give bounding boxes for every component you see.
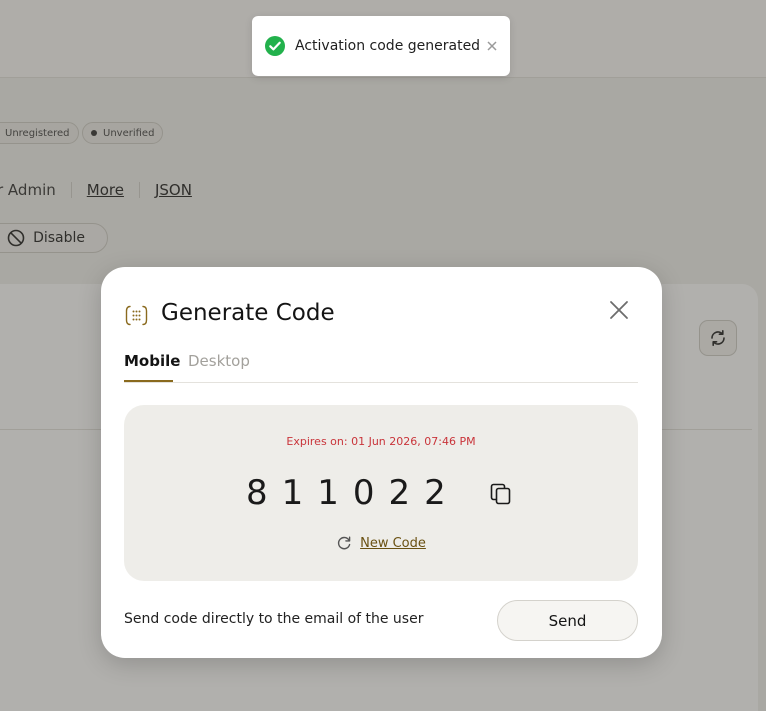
dialog-close-button[interactable] <box>604 295 634 325</box>
close-icon <box>487 41 497 51</box>
new-code-label: New Code <box>360 535 426 551</box>
close-icon <box>610 301 628 319</box>
tab-desktop[interactable]: Desktop <box>188 352 250 370</box>
active-tab-indicator <box>124 380 173 382</box>
activation-code: 811022 <box>246 473 460 513</box>
tab-mobile[interactable]: Mobile <box>124 352 180 370</box>
refresh-icon <box>338 536 351 550</box>
generate-code-dialog: Generate Code Mobile Desktop Expires on:… <box>101 267 662 658</box>
keypad-icon <box>125 305 148 326</box>
toast-message: Activation code generated <box>295 38 481 54</box>
copy-code-button[interactable] <box>488 481 514 507</box>
new-code-button[interactable]: New Code <box>124 535 638 551</box>
send-button[interactable]: Send <box>497 600 638 641</box>
expiry-text: Expires on: 01 Jun 2026, 07:46 PM <box>286 435 476 448</box>
check-circle-icon <box>265 36 285 56</box>
platform-tabs: Mobile Desktop <box>124 351 638 383</box>
code-panel: Expires on: 01 Jun 2026, 07:46 PM 811022… <box>124 405 638 581</box>
toast-notification: Activation code generated <box>252 16 510 76</box>
copy-icon <box>490 483 511 505</box>
dialog-title: Generate Code <box>161 300 335 326</box>
send-description: Send code directly to the email of the u… <box>124 611 424 627</box>
toast-close-button[interactable] <box>486 38 498 54</box>
